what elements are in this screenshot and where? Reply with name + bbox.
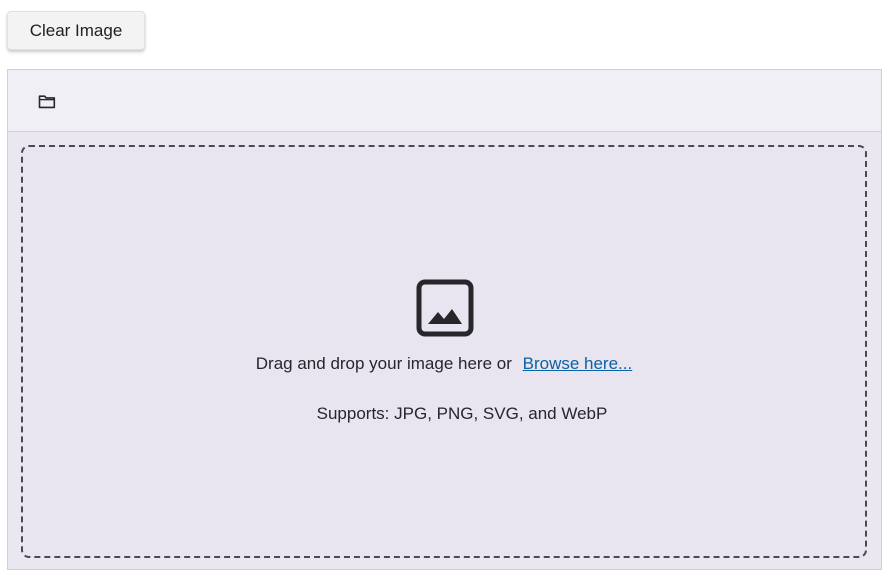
dropzone-prompt-text: Drag and drop your image here or: [255, 354, 512, 373]
clear-image-button[interactable]: Clear Image: [7, 11, 145, 50]
open-file-button[interactable]: [33, 87, 61, 115]
folder-icon: [38, 94, 56, 108]
image-editor: Drag and drop your image here or Browse …: [7, 69, 882, 570]
editor-toolbar: [8, 70, 881, 132]
supported-formats-text: Supports: JPG, PNG, SVG, and WebP: [316, 404, 608, 423]
dropzone-prompt: Drag and drop your image here or Browse …: [23, 354, 865, 374]
browse-link[interactable]: Browse here...: [523, 354, 633, 373]
image-icon: [416, 279, 474, 337]
image-dropzone[interactable]: Drag and drop your image here or Browse …: [21, 145, 867, 558]
